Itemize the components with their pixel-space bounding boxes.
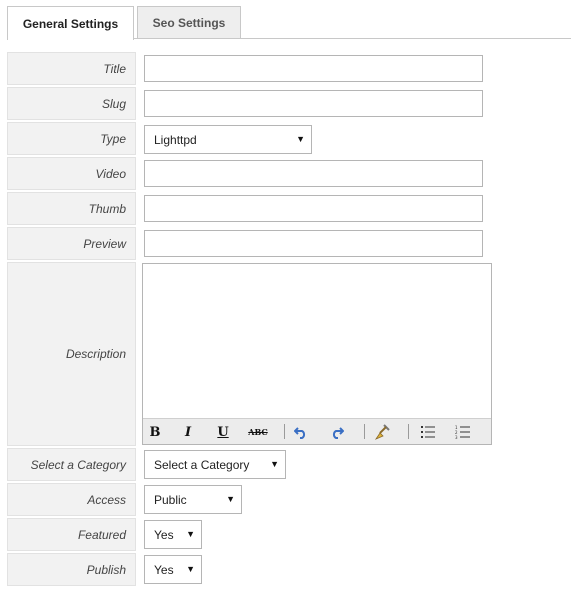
slug-row: Slug [7,87,571,120]
type-row: Type Lighttpd ▼ [7,122,571,155]
underline-icon[interactable]: U [213,423,233,441]
access-select[interactable]: Public ▼ [144,485,242,514]
redo-icon[interactable] [327,423,347,441]
featured-row: Featured Yes ▼ [7,518,571,551]
featured-select-value: Yes [154,527,174,542]
tab-seo-settings[interactable]: Seo Settings [137,6,241,38]
slug-input[interactable] [144,90,483,117]
thumb-input[interactable] [144,195,483,222]
featured-select[interactable]: Yes ▼ [144,520,202,549]
publish-row: Publish Yes ▼ [7,553,571,586]
preview-label: Preview [7,227,136,260]
bullet-list-icon[interactable] [418,423,438,441]
chevron-down-icon: ▼ [186,564,195,574]
publish-select-value: Yes [154,562,174,577]
editor-toolbar: B I U ABC 123 [143,418,491,444]
slug-label: Slug [7,87,136,120]
publish-select[interactable]: Yes ▼ [144,555,202,584]
video-row: Video [7,157,571,190]
chevron-down-icon: ▼ [186,529,195,539]
video-label: Video [7,157,136,190]
access-select-value: Public [154,492,187,507]
description-textarea[interactable] [143,264,491,419]
publish-label: Publish [7,553,136,586]
video-input[interactable] [144,160,483,187]
category-select[interactable]: Select a Category ▼ [144,450,286,479]
description-row: Description B I U ABC 123 [7,262,571,446]
toolbar-separator [284,424,285,439]
type-select-value: Lighttpd [154,132,197,147]
tab-bar: General Settings Seo Settings [0,0,571,40]
toolbar-separator [364,424,365,439]
strikethrough-icon[interactable]: ABC [246,423,270,441]
featured-label: Featured [7,518,136,551]
access-row: Access Public ▼ [7,483,571,516]
preview-row: Preview [7,227,571,260]
tab-general-settings[interactable]: General Settings [7,6,134,40]
numbered-list-icon[interactable]: 123 [453,423,473,441]
clean-format-icon[interactable] [372,423,392,441]
svg-text:3: 3 [455,435,458,439]
italic-icon[interactable]: I [178,423,198,441]
title-input[interactable] [144,55,483,82]
toolbar-separator [408,424,409,439]
description-label: Description [7,262,136,446]
access-label: Access [7,483,136,516]
title-label: Title [7,52,136,85]
category-label: Select a Category [7,448,136,481]
preview-input[interactable] [144,230,483,257]
chevron-down-icon: ▼ [296,134,305,144]
type-select[interactable]: Lighttpd ▼ [144,125,312,154]
category-select-value: Select a Category [154,457,250,472]
thumb-row: Thumb [7,192,571,225]
type-label: Type [7,122,136,155]
undo-icon[interactable] [291,423,311,441]
category-row: Select a Category Select a Category ▼ [7,448,571,481]
bold-icon[interactable]: B [145,423,165,441]
thumb-label: Thumb [7,192,136,225]
chevron-down-icon: ▼ [226,494,235,504]
chevron-down-icon: ▼ [270,459,279,469]
title-row: Title [7,52,571,85]
description-editor: B I U ABC 123 [142,263,492,445]
